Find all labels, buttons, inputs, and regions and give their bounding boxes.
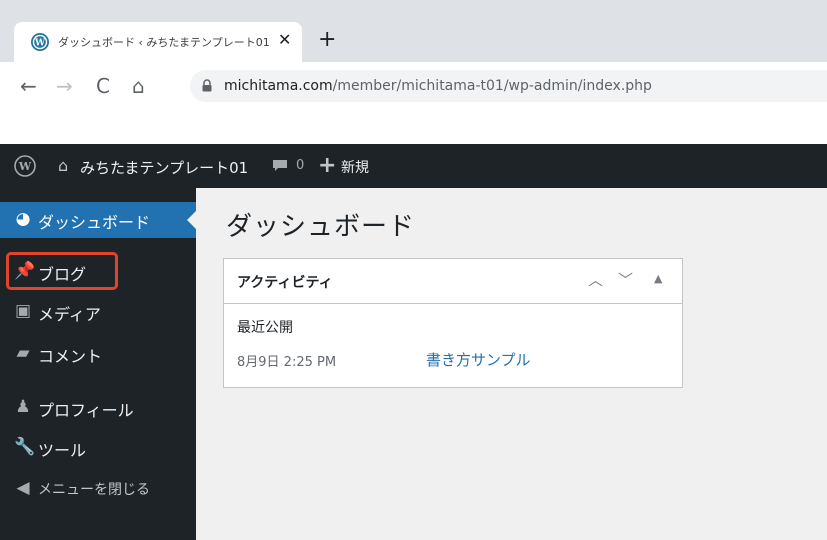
post-date: 8月9日 2:25 PM bbox=[237, 355, 337, 370]
sidebar-item-label: メディア bbox=[38, 305, 101, 324]
wordpress-logo-icon[interactable]: W bbox=[14, 155, 36, 177]
plus-icon[interactable]: + bbox=[318, 153, 336, 178]
dashboard-icon: ◕ bbox=[15, 209, 31, 229]
url-text: michitama.com/member/michitama-t01/wp-ad… bbox=[224, 78, 652, 94]
move-down-icon[interactable]: ﹀ bbox=[618, 269, 633, 290]
tab-close-icon[interactable]: ✕ bbox=[278, 30, 291, 49]
activity-widget: アクティビティ ︿ ﹀ ▲ 最近公開 8月9日 2:25 PM 書き方サンプル bbox=[223, 258, 683, 388]
blog-highlight-frame bbox=[6, 252, 118, 290]
sidebar-item-dashboard[interactable]: ◕ ダッシュボード bbox=[0, 202, 196, 238]
wrench-icon: 🔧 bbox=[14, 437, 36, 457]
lock-icon bbox=[202, 79, 212, 92]
sidebar-item-label: コメント bbox=[38, 347, 103, 366]
sidebar-item-label: プロフィール bbox=[38, 401, 134, 420]
widget-title: アクティビティ bbox=[237, 275, 333, 291]
sidebar-item-label: メニューを閉じる bbox=[38, 482, 150, 498]
toggle-panel-icon[interactable]: ▲ bbox=[654, 272, 662, 285]
comment-bubble-icon[interactable] bbox=[272, 159, 288, 173]
browser-toolbar: ← → C ⌂ michitama.com/member/michitama-t… bbox=[0, 62, 827, 110]
admin-sidebar: ◕ ダッシュボード 📌 ブログ ▣ メディア ▰ コメント ♟ プロフィール 🔧… bbox=[0, 188, 196, 540]
wp-admin-bar: W ⌂ みちたまテンプレート01 0 + 新規 bbox=[0, 144, 827, 188]
back-arrow-icon[interactable]: ← bbox=[20, 74, 37, 98]
sidebar-item-media[interactable]: ▣ メディア bbox=[0, 294, 196, 330]
site-name-link[interactable]: みちたまテンプレート01 bbox=[80, 157, 248, 178]
main-content: ダッシュボード アクティビティ ︿ ﹀ ▲ 最近公開 8月9日 2:25 PM … bbox=[196, 188, 827, 540]
browser-tab[interactable]: W ダッシュボード ‹ みちたまテンプレート01 ✕ bbox=[14, 22, 302, 62]
sidebar-item-tools[interactable]: 🔧 ツール bbox=[0, 430, 196, 466]
sidebar-item-profile[interactable]: ♟ プロフィール bbox=[0, 390, 196, 426]
media-icon: ▣ bbox=[14, 301, 32, 321]
post-title-link[interactable]: 書き方サンプル bbox=[426, 349, 531, 370]
comment-icon: ▰ bbox=[16, 343, 30, 363]
new-tab-button[interactable]: + bbox=[318, 27, 336, 52]
recently-published-heading: 最近公開 bbox=[237, 320, 293, 336]
collapse-icon: ◀ bbox=[16, 478, 30, 498]
sidebar-item-comments[interactable]: ▰ コメント bbox=[0, 336, 196, 372]
sidebar-item-label: ダッシュボード bbox=[38, 213, 151, 232]
widget-header: アクティビティ ︿ ﹀ ▲ bbox=[224, 259, 682, 304]
home-icon[interactable]: ⌂ bbox=[132, 74, 145, 98]
bookmarks-bar bbox=[0, 110, 827, 145]
sidebar-item-label: ツール bbox=[38, 441, 87, 460]
wordpress-favicon-icon: W bbox=[31, 33, 49, 51]
forward-arrow-icon[interactable]: → bbox=[56, 74, 73, 98]
address-bar[interactable]: michitama.com/member/michitama-t01/wp-ad… bbox=[190, 70, 827, 102]
current-indicator bbox=[187, 211, 196, 229]
browser-tabstrip: W ダッシュボード ‹ みちたまテンプレート01 ✕ + bbox=[0, 0, 827, 62]
sidebar-collapse-menu[interactable]: ◀ メニューを閉じる bbox=[0, 471, 196, 507]
svg-text:W: W bbox=[34, 39, 46, 49]
home-icon[interactable]: ⌂ bbox=[58, 156, 68, 175]
reload-icon[interactable]: C bbox=[96, 74, 110, 98]
comment-count[interactable]: 0 bbox=[296, 158, 304, 173]
url-host: michitama.com bbox=[224, 78, 333, 94]
new-content-link[interactable]: 新規 bbox=[341, 157, 369, 177]
page-title: ダッシュボード bbox=[226, 212, 416, 242]
tab-title: ダッシュボード ‹ みちたまテンプレート01 bbox=[58, 36, 270, 49]
user-icon: ♟ bbox=[15, 397, 31, 417]
move-up-icon[interactable]: ︿ bbox=[588, 269, 603, 290]
svg-text:W: W bbox=[18, 160, 32, 173]
url-path: /member/michitama-t01/wp-admin/index.php bbox=[332, 78, 652, 94]
